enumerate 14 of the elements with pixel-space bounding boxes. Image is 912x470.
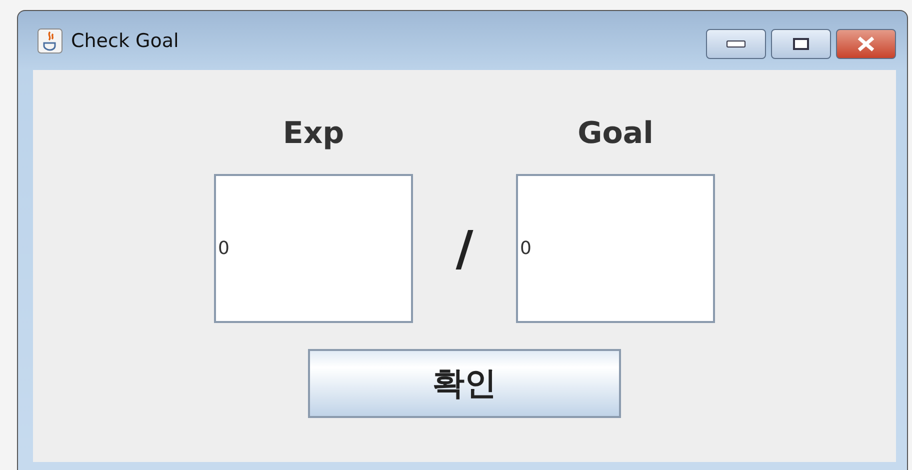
window-title: Check Goal [71,30,180,52]
close-icon [855,36,877,52]
input-field[interactable]: 0 [214,174,413,323]
input-field[interactable]: 0 [516,174,715,323]
confirm-button[interactable]: 확인 [308,349,621,418]
minimize-icon [726,40,746,48]
field-label: Exp [282,115,346,153]
minimize-button[interactable] [706,29,766,59]
maximize-button[interactable] [771,29,831,59]
coffee-cup-icon [37,28,63,54]
field-label: Goal [576,115,654,153]
separator: / [454,220,474,276]
close-button[interactable] [836,29,896,59]
maximize-icon [792,37,810,51]
